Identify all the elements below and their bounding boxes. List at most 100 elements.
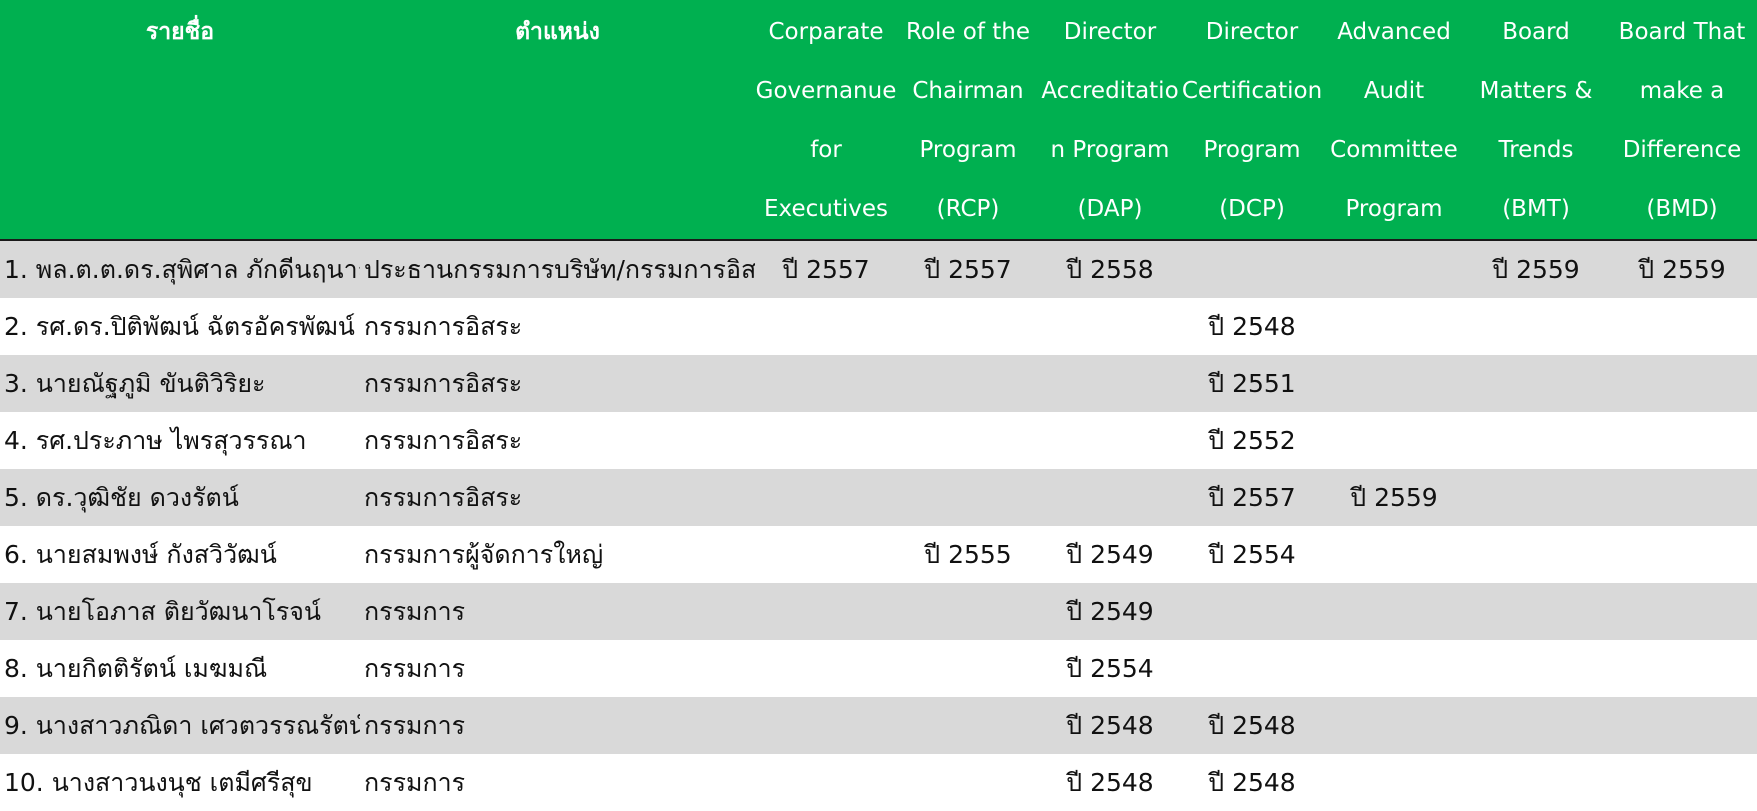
table-row: 5. ดร.วุฒิชัย ดวงรัตน์ กรรมการอิสระ ปี 255… (0, 469, 1757, 526)
course-year-cell (1323, 240, 1465, 298)
header-course-bmt: Board Matters & Trends (BMT) (1479, 19, 1593, 222)
course-year-cell: ปี 2548 (1066, 710, 1154, 740)
course-year-cell (755, 640, 897, 697)
director-position: กรรมการผู้จัดการใหญ่ (364, 539, 604, 569)
director-name: 8. นายกิตติรัตน์ เมฆมณี (4, 653, 268, 683)
director-name: 10. นางสาวนงนุช เตมีศรีสุข (4, 767, 313, 797)
course-year-cell (1181, 583, 1323, 640)
course-year-cell (755, 412, 897, 469)
course-year-cell (897, 697, 1039, 754)
table-body: 1. พล.ต.ต.ดร.สุพิศาล ภักดีนฤนาถ ประธานกรร… (0, 240, 1757, 811)
table-row: 1. พล.ต.ต.ดร.สุพิศาล ภักดีนฤนาถ ประธานกรร… (0, 240, 1757, 298)
header-row: รายชื่อ ตำแหน่ง Corparate Governanue for… (0, 0, 1757, 240)
director-position: ประธานกรรมการบริษัท/กรรมการอิสระ (364, 254, 755, 284)
course-year-cell (755, 298, 897, 355)
course-year-cell (1465, 526, 1607, 583)
course-year-cell (1607, 412, 1757, 469)
course-year-cell: ปี 2549 (1066, 539, 1154, 569)
table-row: 3. นายณัฐภูมิ ขันติวิริยะ กรรมการอิสระ ปี … (0, 355, 1757, 412)
course-year-cell (1323, 412, 1465, 469)
course-year-cell (897, 355, 1039, 412)
table-row: 6. นายสมพงษ์ กังสวิวัฒน์ กรรมการผู้จัดการ… (0, 526, 1757, 583)
director-name: 6. นายสมพงษ์ กังสวิวัฒน์ (4, 539, 277, 569)
course-year-cell (1323, 583, 1465, 640)
course-year-cell (897, 469, 1039, 526)
director-position: กรรมการ (364, 710, 466, 740)
course-year-cell: ปี 2552 (1208, 425, 1296, 455)
course-year-cell (1323, 526, 1465, 583)
header-course-dap: Director Accreditatio n Program (DAP) (1041, 19, 1179, 222)
course-year-cell (1465, 754, 1607, 811)
director-position: กรรมการอิสระ (364, 368, 523, 398)
course-year-cell (1607, 640, 1757, 697)
course-year-cell: ปี 2559 (1638, 254, 1726, 284)
course-year-cell (1465, 640, 1607, 697)
course-year-cell (1181, 640, 1323, 697)
header-position: ตำแหน่ง (515, 19, 600, 45)
course-year-cell: ปี 2559 (1350, 482, 1438, 512)
table-row: 7. นายโอภาส ติยวัฒนาโรจน์ กรรมการ ปี 2549 (0, 583, 1757, 640)
course-year-cell (1607, 526, 1757, 583)
course-year-cell: ปี 2549 (1066, 596, 1154, 626)
course-year-cell (755, 526, 897, 583)
course-year-cell: ปี 2558 (1066, 254, 1154, 284)
course-year-cell (1607, 469, 1757, 526)
director-name: 2. รศ.ดร.ปิติพัฒน์ ฉัตรอัครพัฒน์ (4, 311, 355, 341)
course-year-cell (1607, 583, 1757, 640)
course-year-cell: ปี 2548 (1208, 767, 1296, 797)
course-year-cell: ปี 2557 (1208, 482, 1296, 512)
director-name: 1. พล.ต.ต.ดร.สุพิศาล ภักดีนฤนาถ (4, 254, 360, 284)
course-year-cell: ปี 2555 (924, 539, 1012, 569)
course-year-cell (1323, 355, 1465, 412)
director-name: 9. นางสาวภณิดา เศวตวรรณรัตน์ (4, 710, 360, 740)
director-position: กรรมการอิสระ (364, 311, 523, 341)
course-year-cell (1323, 697, 1465, 754)
table-row: 8. นายกิตติรัตน์ เมฆมณี กรรมการ ปี 2554 (0, 640, 1757, 697)
course-year-cell (755, 697, 897, 754)
course-year-cell (897, 583, 1039, 640)
course-year-cell (1607, 355, 1757, 412)
course-year-cell (1039, 412, 1181, 469)
course-year-cell: ปี 2548 (1208, 710, 1296, 740)
course-year-cell (1039, 298, 1181, 355)
director-position: กรรมการ (364, 596, 466, 626)
course-year-cell (1323, 298, 1465, 355)
course-year-cell (1039, 355, 1181, 412)
course-year-cell (1465, 469, 1607, 526)
course-year-cell (1607, 697, 1757, 754)
course-year-cell: ปี 2554 (1208, 539, 1296, 569)
course-year-cell: ปี 2557 (924, 254, 1012, 284)
header-course-cge: Corparate Governanue for Executives (755, 19, 897, 222)
course-year-cell (755, 355, 897, 412)
header-course-bmd: Board That make a Difference (BMD) (1618, 19, 1746, 222)
course-year-cell (897, 754, 1039, 811)
course-year-cell (1607, 754, 1757, 811)
director-name: 3. นายณัฐภูมิ ขันติวิริยะ (4, 368, 266, 398)
director-training-table: รายชื่อ ตำแหน่ง Corparate Governanue for… (0, 0, 1757, 811)
course-year-cell (897, 412, 1039, 469)
director-name: 4. รศ.ประภาษ ไพรสุวรรณา (4, 425, 307, 455)
course-year-cell: ปี 2548 (1208, 311, 1296, 341)
course-year-cell (1465, 355, 1607, 412)
director-name: 7. นายโอภาส ติยวัฒนาโรจน์ (4, 596, 321, 626)
course-year-cell: ปี 2551 (1208, 368, 1296, 398)
course-year-cell: ปี 2559 (1492, 254, 1580, 284)
course-year-cell (755, 469, 897, 526)
course-year-cell (1465, 697, 1607, 754)
director-position: กรรมการ (364, 653, 466, 683)
table-row: 9. นางสาวภณิดา เศวตวรรณรัตน์ กรรมการ ปี 25… (0, 697, 1757, 754)
director-name: 5. ดร.วุฒิชัย ดวงรัตน์ (4, 482, 239, 512)
course-year-cell (1039, 469, 1181, 526)
header-name: รายชื่อ (145, 19, 215, 45)
course-year-cell: ปี 2557 (782, 254, 870, 284)
course-year-cell (1323, 640, 1465, 697)
table-row: 10. นางสาวนงนุช เตมีศรีสุข กรรมการ ปี 2548… (0, 754, 1757, 811)
course-year-cell (1465, 583, 1607, 640)
course-year-cell: ปี 2548 (1066, 767, 1154, 797)
course-year-cell (755, 754, 897, 811)
course-year-cell (1465, 412, 1607, 469)
table-row: 2. รศ.ดร.ปิติพัฒน์ ฉัตรอัครพัฒน์ กรรมการอ… (0, 298, 1757, 355)
course-year-cell (755, 583, 897, 640)
course-year-cell: ปี 2554 (1066, 653, 1154, 683)
course-year-cell (1181, 240, 1323, 298)
